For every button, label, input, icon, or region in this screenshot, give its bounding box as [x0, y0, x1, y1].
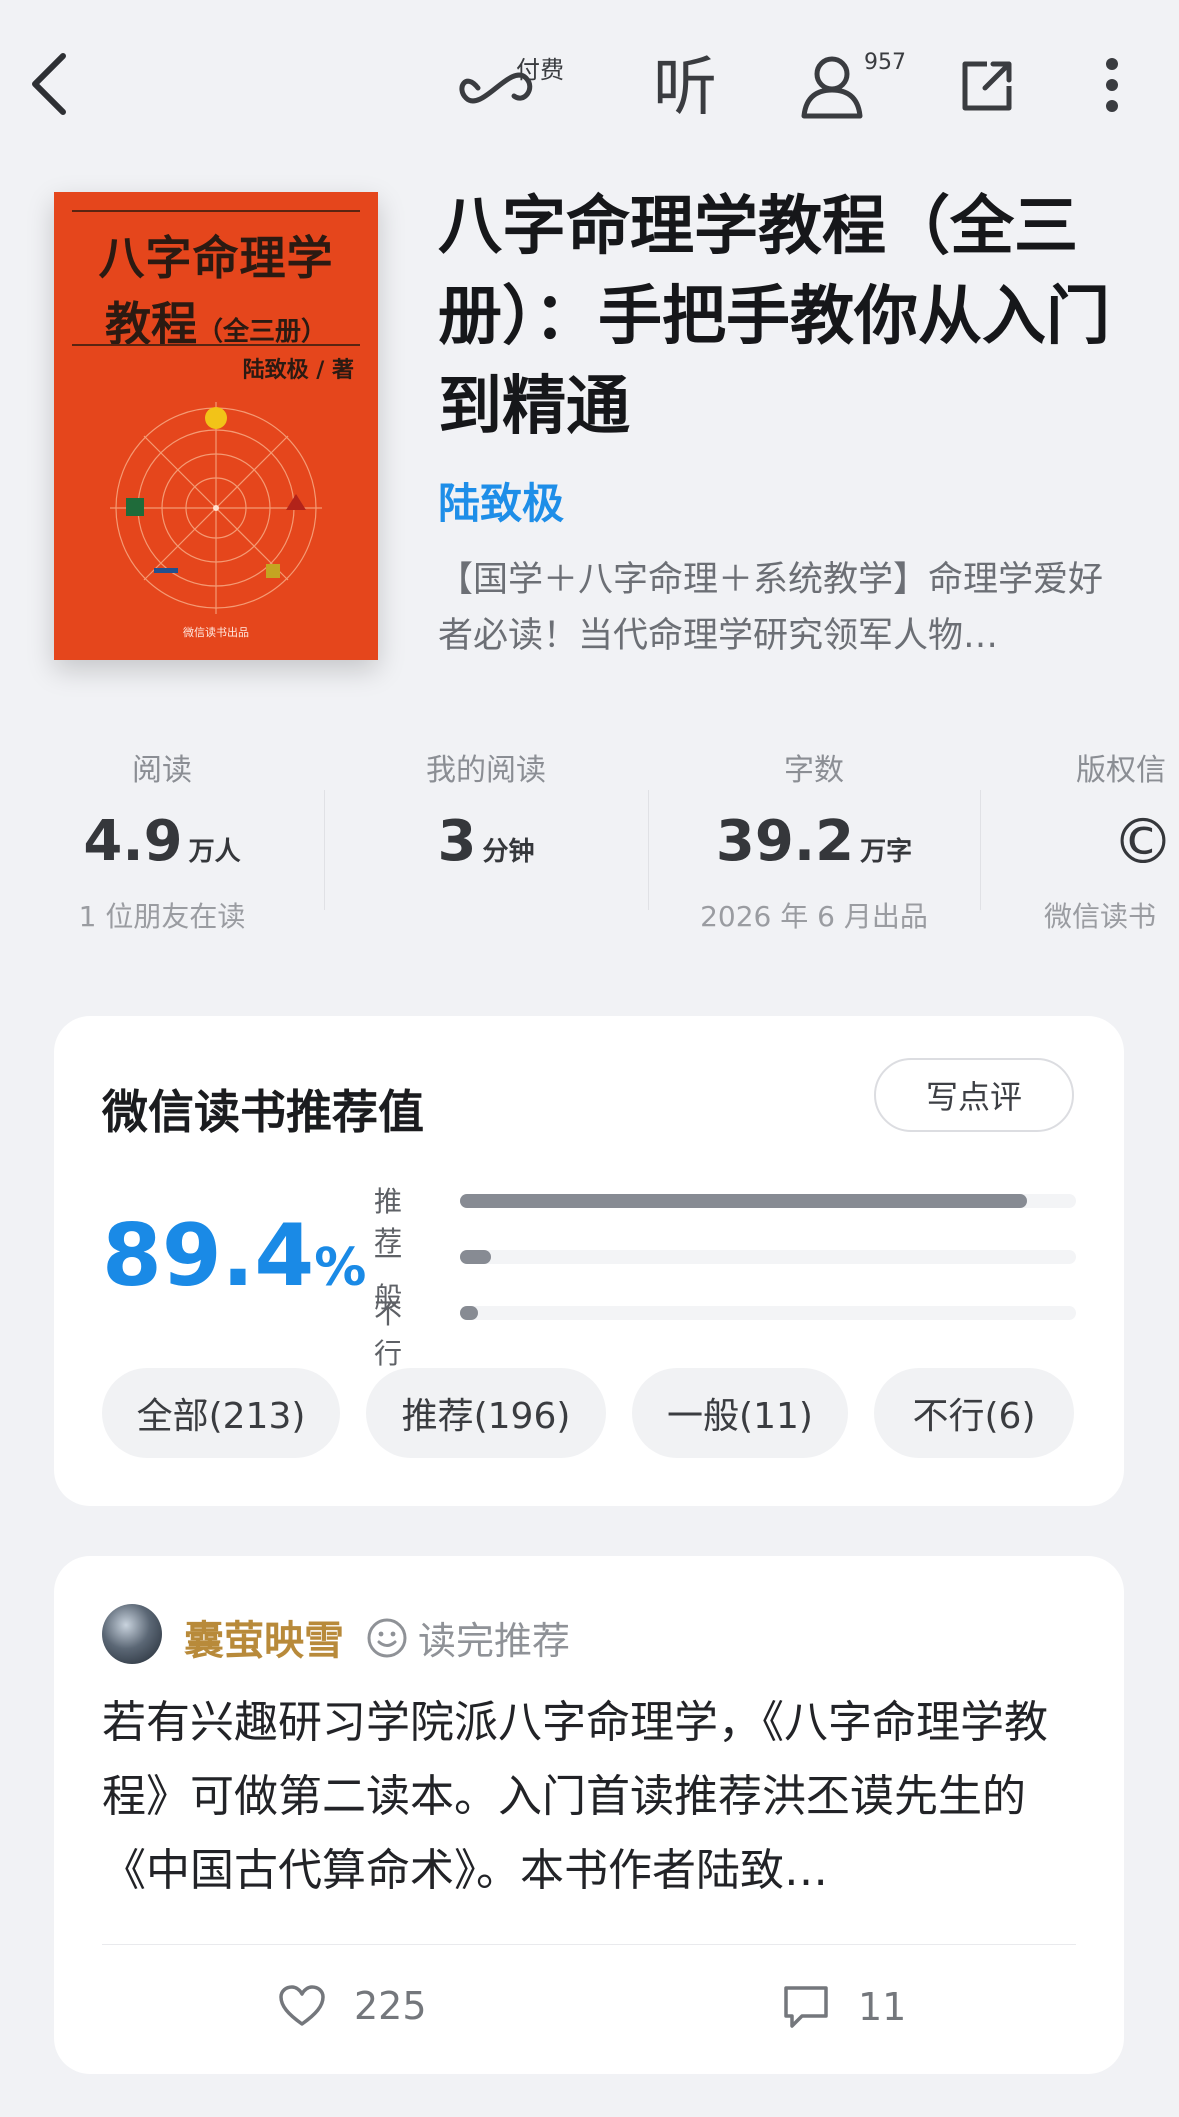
readers-count: 957 [864, 50, 906, 75]
reviewer-name[interactable]: 囊萤映雪 [184, 1608, 344, 1666]
more-dots-icon [1106, 58, 1118, 112]
stat-readers[interactable]: 阅读 4.9 万人 1 位朋友在读 [12, 745, 312, 935]
book-author[interactable]: 陆致极 [438, 470, 564, 531]
book-title: 八字命理学教程（全三册）：手把手教你从入门到精通 [438, 189, 1110, 444]
copyright-icon: © [1112, 805, 1174, 878]
paid-label: 付费 [516, 56, 564, 84]
back-arrow-icon [32, 53, 66, 115]
cover-title-volume: （全三册） [196, 317, 327, 347]
recommend-title: 微信读书推荐值 [102, 1085, 424, 1139]
share-button[interactable] [952, 50, 1022, 122]
stat-divider [980, 790, 981, 910]
like-count: 225 [354, 1984, 427, 2028]
heart-icon [279, 1985, 325, 2026]
stat-label: 版权信 [1076, 753, 1166, 788]
comment-button[interactable]: 11 [782, 1984, 906, 2030]
rating-bar-track [460, 1194, 1076, 1208]
stat-sub: 1 位朋友在读 [78, 900, 246, 933]
person-icon [801, 56, 863, 119]
rating-bar-fill [460, 1194, 1027, 1208]
review-card[interactable]: 囊萤映雪 读完推荐 若有兴趣研习学院派八字命理学，《八字命理学教程》可做第二读本… [54, 1556, 1124, 2074]
divider [102, 1944, 1076, 1945]
stat-sub: 2026 年 6 月出品 [700, 900, 928, 933]
share-icon [962, 61, 1012, 111]
cover-publisher: 微信读书出品 [183, 626, 249, 639]
stat-divider [648, 790, 649, 910]
review-text[interactable]: 若有兴趣研习学院派八字命理学，《八字命理学教程》可做第二读本。入门首读推荐洪丕谟… [102, 1686, 1082, 1908]
readers-button[interactable]: 957 [798, 46, 908, 126]
recommend-score: 89.4% [102, 1206, 367, 1306]
rating-bar-track [460, 1250, 1076, 1264]
stat-value: 3 分钟 [437, 809, 535, 874]
stat-label: 字数 [784, 753, 844, 788]
filter-chip-recommend[interactable]: 推荐(196) [366, 1368, 606, 1458]
cover-author: 陆致极 / 著 [242, 357, 354, 383]
filter-chip-neutral[interactable]: 一般(11) [632, 1368, 848, 1458]
back-button[interactable] [14, 44, 84, 124]
stat-value: 39.2 万字 [715, 809, 913, 874]
more-button[interactable] [1092, 50, 1132, 120]
rating-bar-label: 不行 [374, 1297, 403, 1370]
smile-icon [367, 1618, 407, 1657]
stat-value: 4.9 万人 [83, 809, 241, 874]
stat-my-reading[interactable]: 我的阅读 3 分钟 [336, 745, 636, 895]
cover-compass-illustration [110, 402, 322, 614]
stat-sub: 微信读书 [1044, 900, 1157, 933]
book-cover[interactable]: 八字命理学 教程（全三册） 陆致极 / 著 微信读书出品 [54, 192, 378, 660]
avatar[interactable] [102, 1604, 162, 1664]
rating-bar-fill [460, 1306, 479, 1320]
cover-title-line1: 八字命理学 [98, 231, 334, 285]
comment-icon [784, 1986, 828, 2028]
stat-label: 我的阅读 [426, 753, 546, 788]
review-tag: 读完推荐 [366, 1610, 570, 1665]
stat-divider [324, 790, 325, 910]
filter-chip-bad[interactable]: 不行(6) [874, 1368, 1074, 1458]
recommend-card: 微信读书推荐值 写点评 89.4% 推荐 一般 不行 全部(213) 推荐(19… [54, 1016, 1124, 1506]
top-bar: 付费 听 957 [0, 0, 1179, 165]
cover-rule [72, 344, 360, 346]
write-review-button[interactable]: 写点评 [874, 1058, 1074, 1132]
stat-copyright[interactable]: 版权信 © 微信读书 [1000, 745, 1179, 935]
review-tag-label: 读完推荐 [418, 1619, 571, 1663]
cover-rule [72, 210, 360, 212]
comment-count: 11 [858, 1985, 907, 2029]
paid-membership-button[interactable]: 付费 [458, 46, 578, 118]
stat-label: 阅读 [132, 753, 192, 788]
filter-chip-all[interactable]: 全部(213) [102, 1368, 340, 1458]
rating-bar-track [460, 1306, 1076, 1320]
listen-icon: 听 [653, 51, 717, 125]
rating-bar-fill [460, 1250, 491, 1264]
listen-button[interactable]: 听 [650, 48, 720, 128]
cover-title-main: 教程 [104, 297, 197, 351]
like-button[interactable]: 225 [278, 1984, 427, 2028]
book-description[interactable]: 【国学＋八字命理＋系统教学】命理学爱好者必读！当代命理学研究领军人物… [438, 552, 1116, 664]
stat-word-count[interactable]: 字数 39.2 万字 2026 年 6 月出品 [664, 745, 964, 935]
